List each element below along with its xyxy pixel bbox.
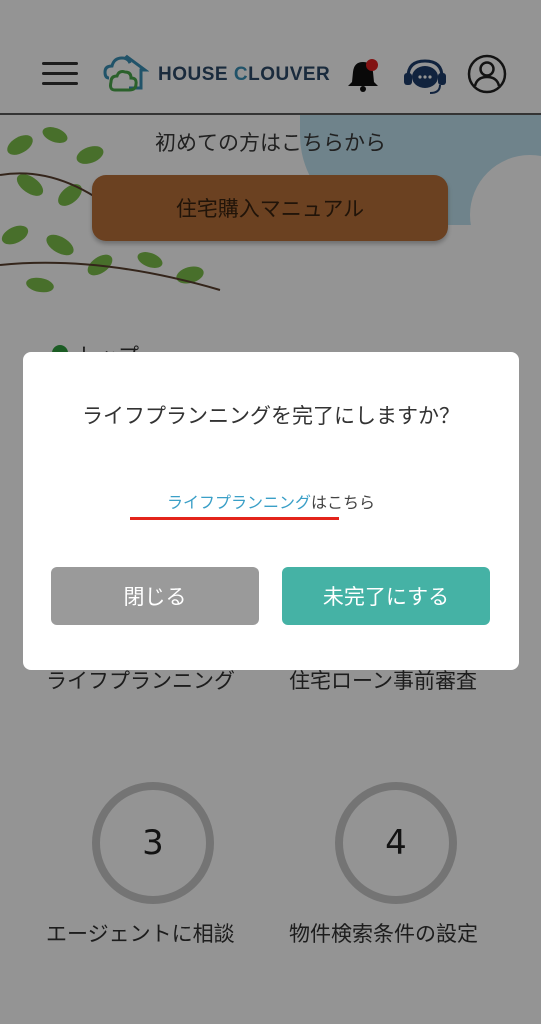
red-underline-annotation xyxy=(130,517,339,520)
mark-incomplete-button[interactable]: 未完了にする xyxy=(282,567,490,625)
life-planning-link[interactable]: ライフプランニング xyxy=(167,493,311,512)
close-button[interactable]: 閉じる xyxy=(51,567,259,625)
dialog-title: ライフプランニングを完了にしますか？ xyxy=(82,404,460,428)
confirm-dialog: ライフプランニングを完了にしますか？ ライフプランニングはこちら 閉じる 未完了… xyxy=(23,352,519,670)
link-suffix-text: はこちら xyxy=(311,493,376,512)
dialog-link-row: ライフプランニングはこちら xyxy=(23,489,519,513)
